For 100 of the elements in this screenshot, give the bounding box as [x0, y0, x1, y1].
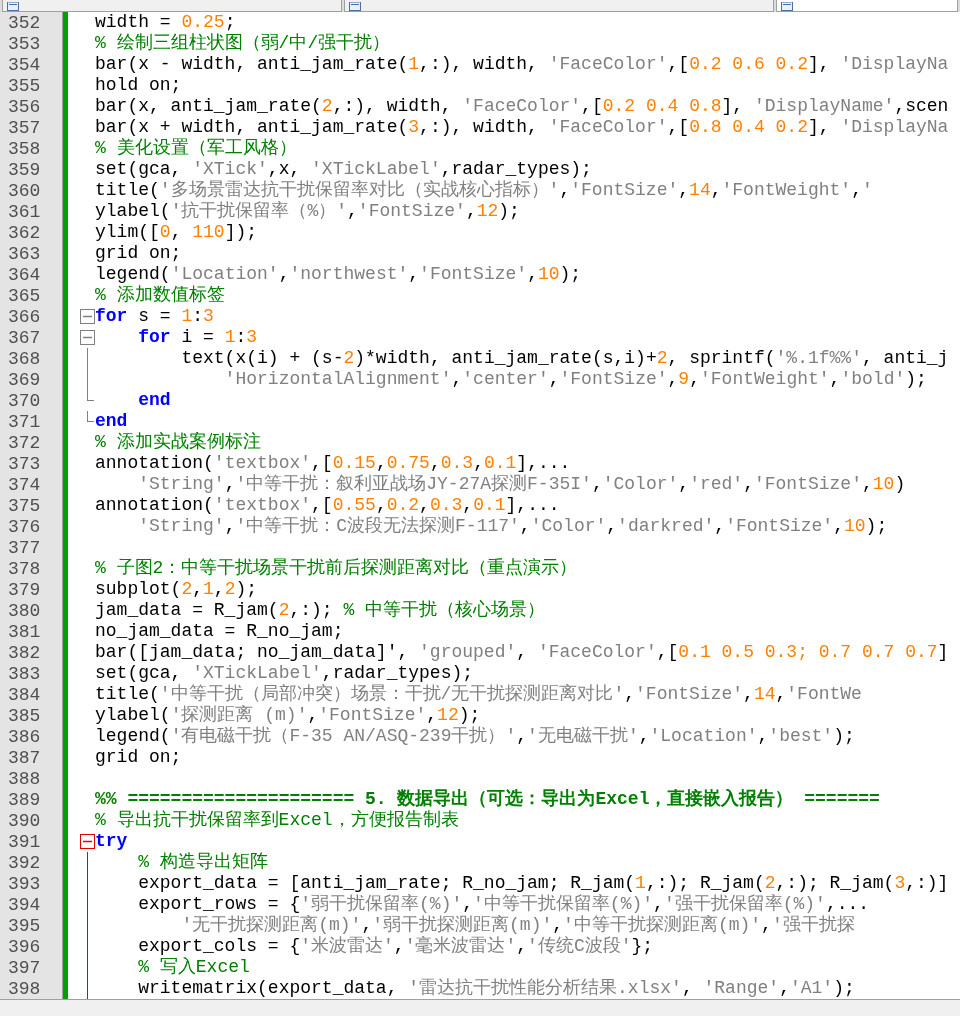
line-number: 354	[8, 55, 41, 75]
code-line: text(x(i) + (s-2)*width, anti_jam_rate(s,i)+2, sprintf('%.1f%%', anti_j	[180, 348, 949, 369]
tab[interactable]	[2, 0, 342, 12]
line-number: 353	[8, 34, 41, 54]
line-number: 355	[8, 76, 41, 96]
code-line: for s = 1:3	[95, 306, 214, 327]
line-number: 382	[8, 643, 41, 663]
code-line: ylabel('探测距离 (m)','FontSize',12);	[95, 705, 481, 726]
line-number: 377	[8, 538, 41, 558]
line-number: 374	[8, 475, 41, 495]
line-number: 373	[8, 454, 41, 474]
code-line: annotation('textbox',[0.15,0.75,0.3,0.1],...	[95, 453, 571, 474]
code-line: 'String','中等干扰：叙利亚战场JY-27A探测F-35I','Color','red','FontSize',10)	[137, 474, 906, 495]
line-number: 369	[8, 370, 41, 390]
code-line: grid on;	[95, 747, 182, 768]
code-line: writematrix(export_data, '雷达抗干扰性能分析结果.xlsx', 'Range','A1');	[137, 978, 855, 999]
line-number: 357	[8, 118, 41, 138]
line-number: 362	[8, 223, 41, 243]
line-number: 383	[8, 664, 41, 684]
code-line: jam_data = R_jam(2,:); % 中等干扰（核心场景）	[95, 600, 546, 621]
line-number: 378	[8, 559, 41, 579]
line-number: 370	[8, 391, 41, 411]
line-number: 364	[8, 265, 41, 285]
line-number: 393	[8, 874, 41, 894]
code-line: legend('有电磁干扰（F-35 AN/ASQ-239干扰）','无电磁干扰','Location','best');	[95, 726, 855, 747]
document-icon	[349, 2, 361, 11]
line-number: 384	[8, 685, 41, 705]
line-number: 361	[8, 202, 41, 222]
code-line: no_jam_data = R_no_jam;	[95, 621, 344, 642]
line-number: 387	[8, 748, 41, 768]
line-number: 376	[8, 517, 41, 537]
line-number: 390	[8, 811, 41, 831]
code-line: end	[95, 411, 128, 432]
code-line: export_cols = {'米波雷达','毫米波雷达','传统C波段'};	[137, 936, 654, 957]
collapse-icon[interactable]	[80, 330, 95, 345]
code-line: ylabel('抗干扰保留率（%）','FontSize',12);	[95, 201, 520, 222]
line-number: 396	[8, 937, 41, 957]
line-number: 385	[8, 706, 41, 726]
line-number: 379	[8, 580, 41, 600]
code-line: for i = 1:3	[137, 327, 258, 348]
line-number: 365	[8, 286, 41, 306]
tab[interactable]	[344, 0, 774, 12]
code-line: '无干扰探测距离(m)','弱干扰探测距离(m)','中等干扰探测距离(m)','强干扰探	[180, 915, 855, 936]
code-line: title('多场景雷达抗干扰保留率对比（实战核心指标）','FontSize',14,'FontWeight','	[95, 180, 873, 201]
line-number: 388	[8, 769, 41, 789]
code-line: % 添加数值标签	[95, 285, 225, 306]
code-line: bar(x + width, anti_jam_rate(3,:), width, 'FaceColor',[0.8 0.4 0.2], 'DisplayNa	[95, 117, 949, 138]
line-number: 352	[8, 13, 41, 33]
code-line: % 导出抗干扰保留率到Excel，方便报告制表	[95, 810, 459, 831]
line-number: 371	[8, 412, 41, 432]
code-line: set(gca, 'XTickLabel',radar_types);	[95, 663, 474, 684]
code-line: ylim([0, 110]);	[95, 222, 258, 243]
code-line: %% ===================== 5. 数据导出（可选：导出为Excel，直接嵌入报告） =======	[95, 789, 880, 810]
code-line: bar(x, anti_jam_rate(2,:), width, 'FaceColor',[0.2 0.4 0.8], 'DisplayName',scen	[95, 96, 949, 117]
line-number: 358	[8, 139, 41, 159]
line-number: 381	[8, 622, 41, 642]
line-number: 394	[8, 895, 41, 915]
line-number: 395	[8, 916, 41, 936]
line-number: 367	[8, 328, 41, 348]
code-line: width = 0.25;	[95, 12, 236, 33]
tab[interactable]	[776, 0, 958, 12]
code-line: export_data = [anti_jam_rate; R_no_jam; R_jam(1,:); R_jam(2,:); R_jam(3,:)]	[137, 873, 949, 894]
code-line: 'HorizontalAlignment','center','FontSize',9,'FontWeight','bold');	[223, 369, 927, 390]
code-line: set(gca, 'XTick',x, 'XTickLabel',radar_types);	[95, 159, 592, 180]
code-line: end	[137, 390, 171, 411]
line-number: 380	[8, 601, 41, 621]
line-number: 392	[8, 853, 41, 873]
line-number: 386	[8, 727, 41, 747]
code-line: % 添加实战案例标注	[95, 432, 261, 453]
code-line: grid on;	[95, 243, 182, 264]
code-line: try	[95, 831, 128, 852]
code-line: % 写入Excel	[137, 957, 250, 978]
code-line: title('中等干扰（局部冲突）场景：干扰/无干扰探测距离对比','FontSize',14,'FontWe	[95, 684, 862, 705]
line-number: 389	[8, 790, 41, 810]
line-number: 368	[8, 349, 41, 369]
line-number: 398	[8, 979, 41, 999]
code-line: 'String','中等干扰：C波段无法探测F-117','Color','darkred','FontSize',10);	[137, 516, 888, 537]
code-line: legend('Location','northwest','FontSize',10);	[95, 264, 582, 285]
code-line: % 子图2：中等干扰场景干扰前后探测距离对比（重点演示）	[95, 558, 578, 579]
line-number: 375	[8, 496, 41, 516]
line-number: 397	[8, 958, 41, 978]
code-line: annotation('textbox',[0.55,0.2,0.3,0.1],...	[95, 495, 560, 516]
code-line: hold on;	[95, 75, 182, 96]
line-number: 372	[8, 433, 41, 453]
code-line: % 绘制三组柱状图（弱/中/强干扰）	[95, 33, 391, 54]
code-line: subplot(2,1,2);	[95, 579, 258, 600]
line-number: 363	[8, 244, 41, 264]
code-line: export_rows = {'弱干扰保留率(%)','中等干扰保留率(%)','强干扰保留率(%)',...	[137, 894, 870, 915]
line-number: 356	[8, 97, 41, 117]
code-line: bar(x - width, anti_jam_rate(1,:), width, 'FaceColor',[0.2 0.6 0.2], 'DisplayNa	[95, 54, 949, 75]
code-line: % 美化设置（军工风格）	[95, 138, 297, 159]
code-line: % 构造导出矩阵	[137, 852, 268, 873]
document-icon	[781, 2, 793, 11]
line-number: 391	[8, 832, 41, 852]
collapse-icon[interactable]	[80, 309, 95, 324]
line-number: 359	[8, 160, 41, 180]
code-line: bar([jam_data; no_jam_data]', 'grouped', 'FaceColor',[0.1 0.5 0.3; 0.7 0.7 0.7]	[95, 642, 949, 663]
line-number: 360	[8, 181, 41, 201]
collapse-icon[interactable]	[80, 834, 95, 849]
line-number: 366	[8, 307, 41, 327]
